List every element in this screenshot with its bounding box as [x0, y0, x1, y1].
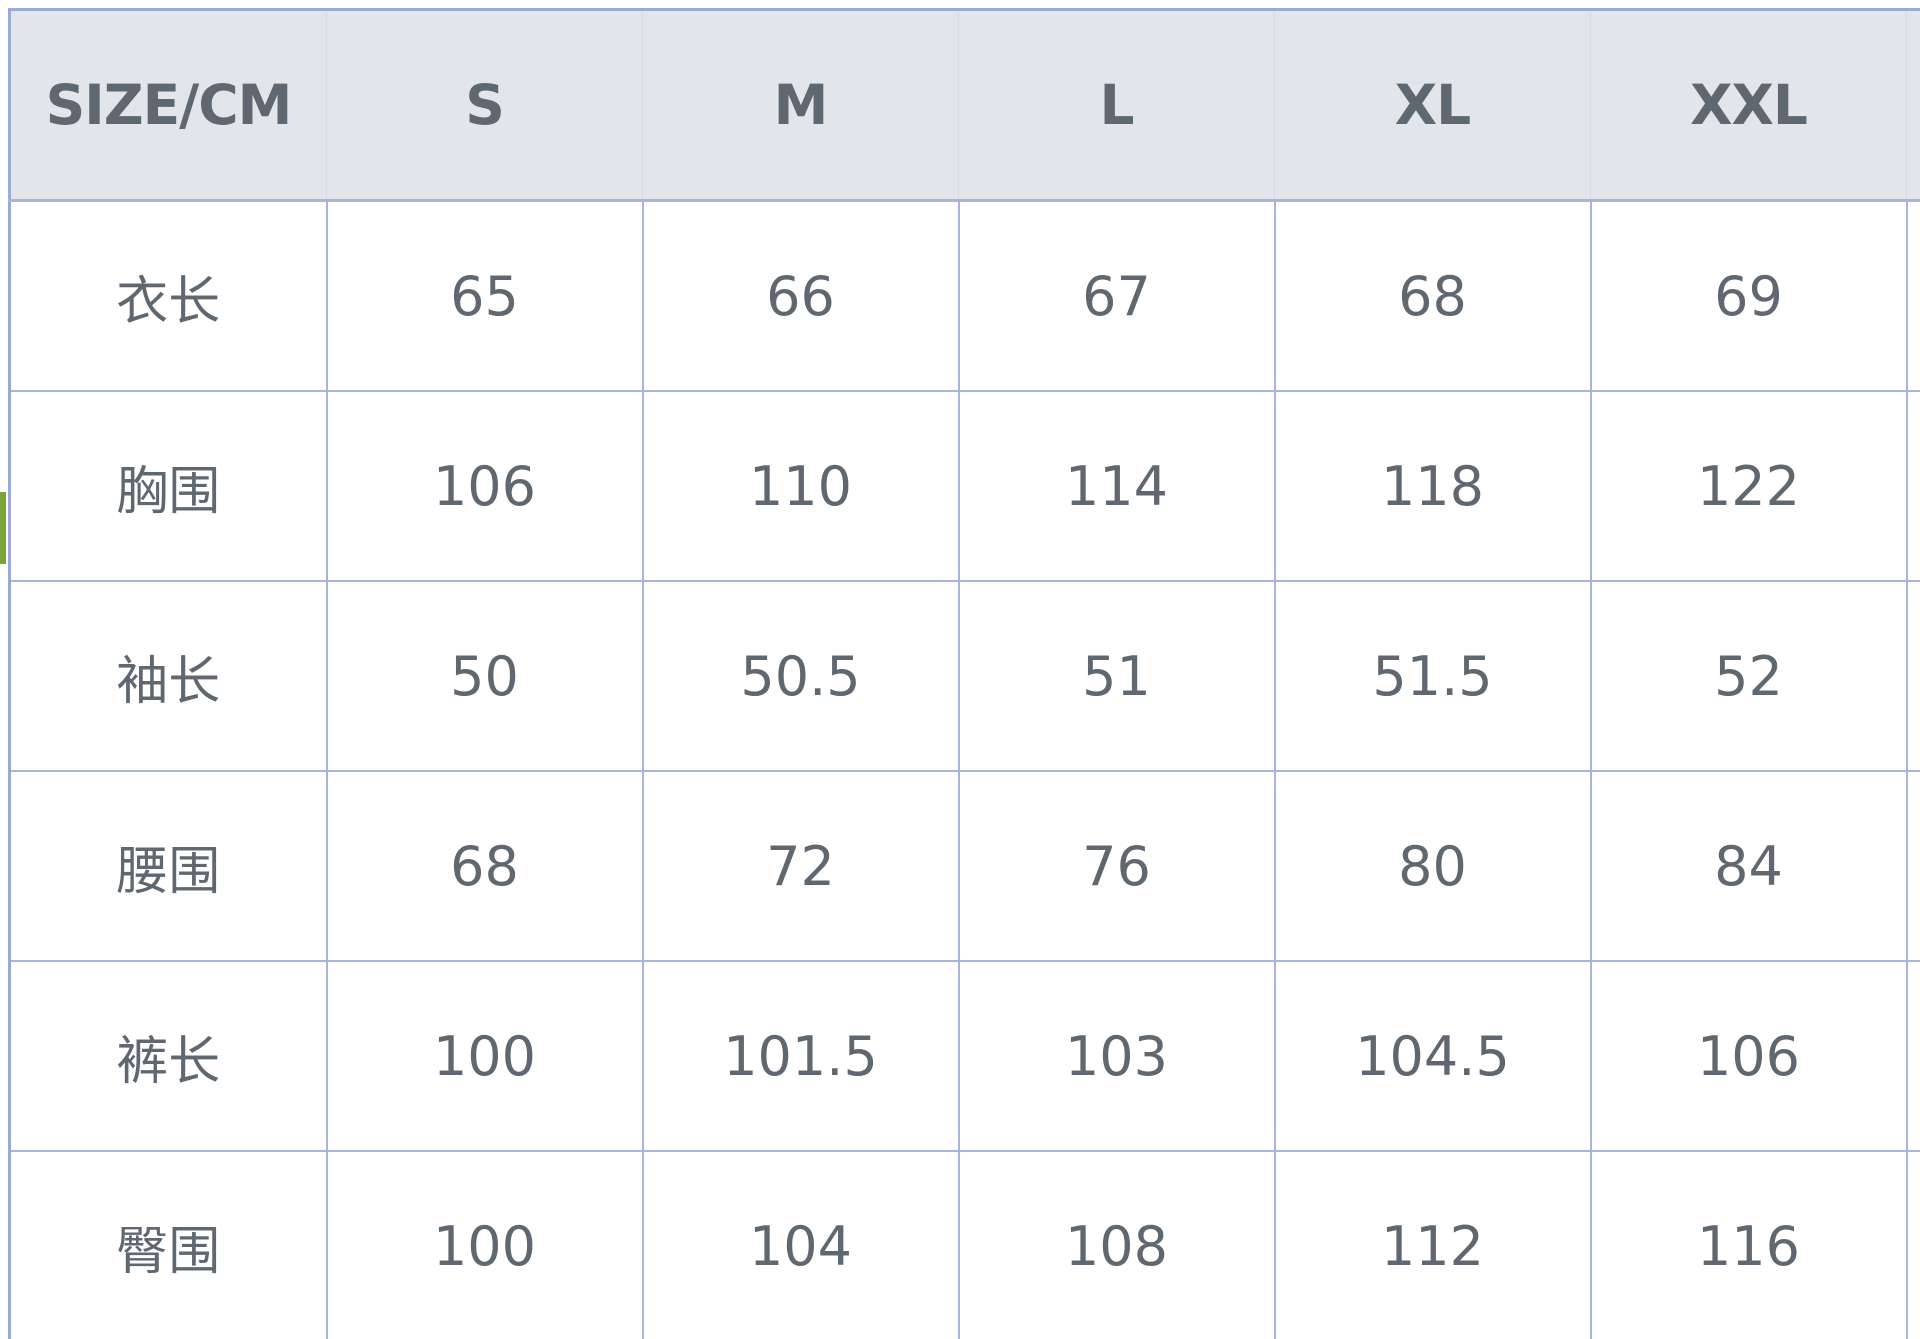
table-cell: 52 — [1589, 580, 1908, 772]
table-cell: 100 — [325, 960, 644, 1152]
row-label: 腰围 — [8, 770, 328, 962]
table-cell: 118 — [1273, 390, 1592, 582]
table-cell: 122 — [1589, 390, 1908, 582]
table-cell: 116 — [1589, 1150, 1908, 1339]
table-cell: 51.5 — [1273, 580, 1592, 772]
table-cell: 51 — [957, 580, 1276, 772]
size-table: SIZE/CM S M L XL XXL 衣长 65 66 67 68 69 胸… — [8, 8, 1920, 1339]
table-row: 袖长 50 50.5 51 51.5 52 — [8, 580, 1920, 772]
row-label: 衣长 — [8, 199, 328, 392]
overflow-cell — [1905, 960, 1920, 1152]
row-label: 臀围 — [8, 1150, 328, 1339]
table-cell: 84 — [1589, 770, 1908, 962]
table-cell: 106 — [325, 390, 644, 582]
header-overflow-cell — [1906, 9, 1920, 202]
table-row: 臀围 100 104 108 112 116 — [8, 1150, 1920, 1339]
table-header-row: SIZE/CM S M L XL XXL — [9, 9, 1920, 202]
table-cell: 50.5 — [641, 580, 960, 772]
header-size-cm: SIZE/CM — [9, 9, 327, 202]
table-cell: 67 — [957, 199, 1276, 392]
header-size-xl: XL — [1274, 9, 1591, 202]
left-accent-bar — [0, 492, 6, 564]
overflow-cell — [1905, 390, 1920, 582]
table-cell: 72 — [641, 770, 960, 962]
table-cell: 68 — [1273, 199, 1592, 392]
row-label: 袖长 — [8, 580, 328, 772]
overflow-cell — [1905, 580, 1920, 772]
header-size-s: S — [326, 9, 643, 202]
table-cell: 76 — [957, 770, 1276, 962]
table-cell: 50 — [325, 580, 644, 772]
table-cell: 69 — [1589, 199, 1908, 392]
header-size-xxl: XXL — [1590, 9, 1907, 202]
header-size-l: L — [958, 9, 1275, 202]
table-cell: 104.5 — [1273, 960, 1592, 1152]
table-cell: 103 — [957, 960, 1276, 1152]
row-label: 胸围 — [8, 390, 328, 582]
table-cell: 112 — [1273, 1150, 1592, 1339]
header-size-m: M — [642, 9, 959, 202]
size-chart-page: SIZE/CM S M L XL XXL 衣长 65 66 67 68 69 胸… — [0, 0, 1920, 1339]
overflow-cell — [1905, 770, 1920, 962]
table-cell: 68 — [325, 770, 644, 962]
table-cell: 108 — [957, 1150, 1276, 1339]
table-cell: 66 — [641, 199, 960, 392]
table-row: 衣长 65 66 67 68 69 — [8, 199, 1920, 392]
row-label: 裤长 — [8, 960, 328, 1152]
table-cell: 114 — [957, 390, 1276, 582]
table-cell: 101.5 — [641, 960, 960, 1152]
table-cell: 110 — [641, 390, 960, 582]
table-cell: 106 — [1589, 960, 1908, 1152]
table-row: 腰围 68 72 76 80 84 — [8, 770, 1920, 962]
table-row: 裤长 100 101.5 103 104.5 106 — [8, 960, 1920, 1152]
table-cell: 100 — [325, 1150, 644, 1339]
overflow-cell — [1905, 199, 1920, 392]
table-row: 胸围 106 110 114 118 122 — [8, 390, 1920, 582]
table-cell: 65 — [325, 199, 644, 392]
table-cell: 80 — [1273, 770, 1592, 962]
table-cell: 104 — [641, 1150, 960, 1339]
overflow-cell — [1905, 1150, 1920, 1339]
